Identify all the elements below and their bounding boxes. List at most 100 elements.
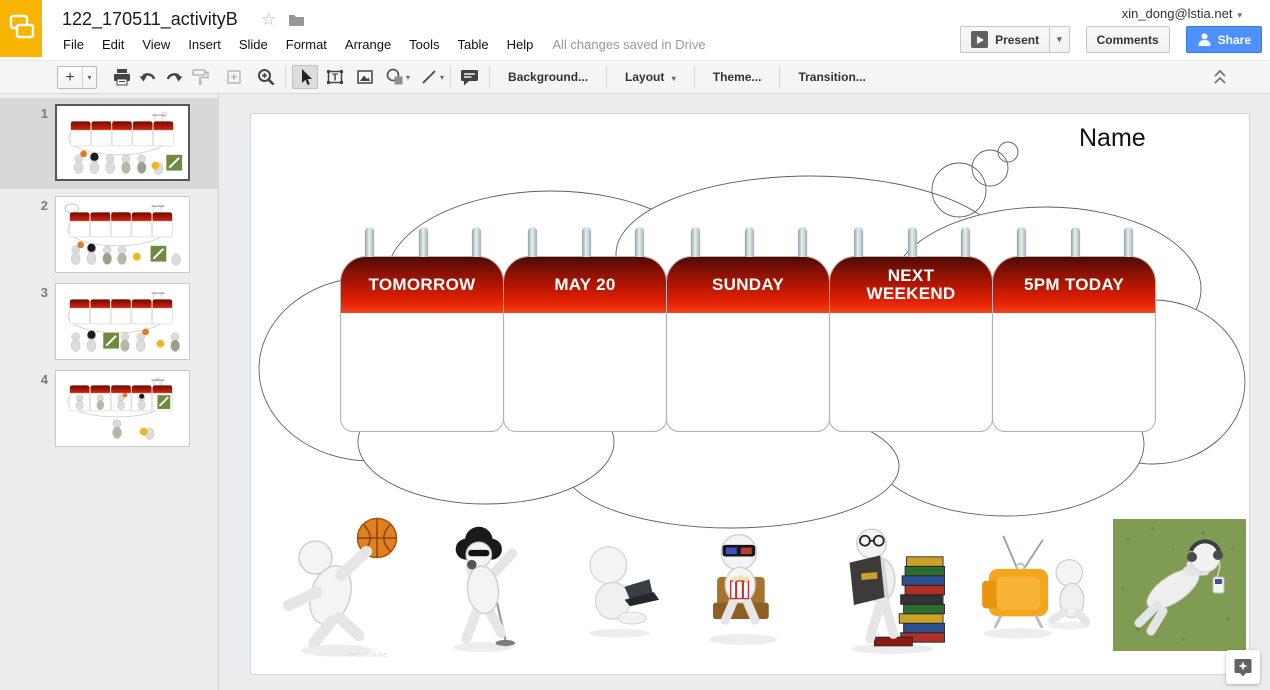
present-label: Present [995, 33, 1039, 47]
figure-laptop-person[interactable] [563, 524, 671, 661]
filmstrip-row-2: 2 [0, 190, 219, 281]
theme-button[interactable]: Theme... [701, 65, 774, 89]
slide-thumbnail-2[interactable] [55, 196, 190, 273]
new-slide-button[interactable]: + ▾ [57, 66, 97, 89]
background-button[interactable]: Background... [496, 65, 600, 89]
zoom-icon [256, 67, 276, 87]
share-button[interactable]: Share [1186, 26, 1262, 53]
layout-label: Layout [625, 70, 664, 84]
slide-number: 1 [28, 106, 48, 121]
figure-3d-glasses-popcorn[interactable] [679, 514, 815, 661]
slide-thumbnail-1[interactable] [55, 104, 190, 181]
person-icon [1197, 33, 1212, 46]
zoom-to-fit-icon [224, 67, 244, 87]
filmstrip-row-1: 1 [0, 98, 219, 189]
transition-button[interactable]: Transition... [786, 65, 877, 89]
figure-singer-afro[interactable] [413, 512, 553, 667]
comments-button[interactable]: Comments [1086, 26, 1170, 53]
figure-grass-headphones-image[interactable] [1113, 519, 1246, 656]
menu-table[interactable]: Table [449, 34, 498, 55]
figure-basketball-player[interactable] [269, 510, 419, 667]
collapse-toolbar-button[interactable] [1210, 66, 1230, 93]
figure-tv-person[interactable] [963, 520, 1099, 657]
chevron-down-icon: ▾ [82, 67, 96, 88]
explore-star-icon [1233, 657, 1253, 677]
insert-image-button[interactable] [352, 65, 378, 89]
image-icon [355, 67, 375, 87]
cursor-icon [295, 67, 315, 87]
zoom-to-fit-button[interactable] [221, 65, 247, 89]
zoom-button[interactable] [253, 65, 279, 89]
menu-tools[interactable]: Tools [400, 34, 448, 55]
chevron-down-icon: ▾ [1057, 34, 1062, 45]
toolbar-separator [694, 66, 695, 88]
menu-slide[interactable]: Slide [230, 34, 277, 55]
account-email: xin_dong@lstia.net [1122, 6, 1233, 21]
play-icon [971, 31, 988, 48]
figure-reader-book-stack[interactable] [816, 510, 962, 667]
slide-2-preview [56, 197, 187, 270]
line-options-caret[interactable]: ▾ [440, 73, 444, 82]
toolbar-separator [450, 66, 451, 88]
redo-button[interactable] [161, 65, 187, 89]
filmstrip-row-3: 3 [0, 277, 219, 368]
layout-button[interactable]: Layout ▾ [613, 65, 688, 89]
slide-number: 4 [28, 372, 48, 387]
calendar-label: TOMORROW [341, 257, 503, 313]
select-tool-button[interactable] [292, 65, 318, 89]
editor-canvas[interactable]: Name TOMORROW [219, 94, 1270, 690]
comment-icon [459, 67, 481, 87]
calendar-page-tomorrow[interactable]: TOMORROW [340, 256, 504, 432]
paint-format-icon [190, 67, 210, 87]
menu-help[interactable]: Help [498, 34, 543, 55]
document-title[interactable]: 122_170511_activityB [62, 9, 238, 30]
app-header: 122_170511_activityB ☆ File Edit View In… [0, 0, 1270, 60]
menu-format[interactable]: Format [277, 34, 336, 55]
slide-thumbnail-3[interactable] [55, 283, 190, 360]
present-button[interactable]: Present [960, 26, 1050, 53]
collapse-chevrons-icon [1210, 66, 1230, 88]
slide-3-preview [56, 284, 187, 357]
menu-bar: File Edit View Insert Slide Format Arran… [54, 34, 706, 55]
calendar-label: MAY 20 [504, 257, 666, 313]
present-options-button[interactable]: ▾ [1050, 26, 1070, 53]
chevron-down-icon: ▾ [1237, 10, 1242, 20]
slide-1-preview [57, 106, 188, 179]
calendar-label: SUNDAY [667, 257, 829, 313]
menu-view[interactable]: View [133, 34, 179, 55]
slide-thumbnail-4[interactable] [55, 370, 190, 447]
plus-icon: + [58, 67, 82, 88]
calendar-page-may20[interactable]: MAY 20 [503, 256, 667, 432]
insert-comment-button[interactable] [457, 65, 483, 89]
menu-file[interactable]: File [54, 34, 93, 55]
toolbar-separator [285, 66, 286, 88]
slide-filmstrip: 1 [0, 94, 219, 690]
undo-icon [138, 67, 158, 87]
menu-insert[interactable]: Insert [179, 34, 230, 55]
redo-icon [164, 67, 184, 87]
folder-icon[interactable] [288, 12, 305, 31]
slides-logo-icon [0, 0, 42, 57]
paint-format-button[interactable] [187, 65, 213, 89]
header-actions: Present ▾ Comments Share [960, 26, 1262, 53]
shape-options-caret[interactable]: ▾ [406, 73, 410, 82]
menu-arrange[interactable]: Arrange [336, 34, 400, 55]
menu-edit[interactable]: Edit [93, 34, 133, 55]
insert-line-button[interactable] [416, 65, 442, 89]
slide-number: 2 [28, 198, 48, 213]
calendar-page-5pm-today[interactable]: 5PM TODAY [992, 256, 1156, 432]
star-icon[interactable]: ☆ [261, 10, 276, 30]
text-box-button[interactable]: T [322, 65, 348, 89]
undo-button[interactable] [135, 65, 161, 89]
insert-shape-button[interactable] [382, 65, 408, 89]
print-button[interactable] [109, 65, 135, 89]
present-button-group: Present ▾ [960, 26, 1070, 53]
text-box-icon: T [325, 67, 345, 87]
explore-button[interactable] [1226, 650, 1260, 684]
slide-page[interactable]: Name TOMORROW [250, 113, 1250, 675]
calendar-label: 5PM TODAY [993, 257, 1155, 313]
slides-logo[interactable] [0, 0, 42, 57]
calendar-page-sunday[interactable]: SUNDAY [666, 256, 830, 432]
calendar-page-next-weekend[interactable]: NEXT WEEKEND [829, 256, 993, 432]
account-menu[interactable]: xin_dong@lstia.net ▾ [1122, 6, 1242, 21]
